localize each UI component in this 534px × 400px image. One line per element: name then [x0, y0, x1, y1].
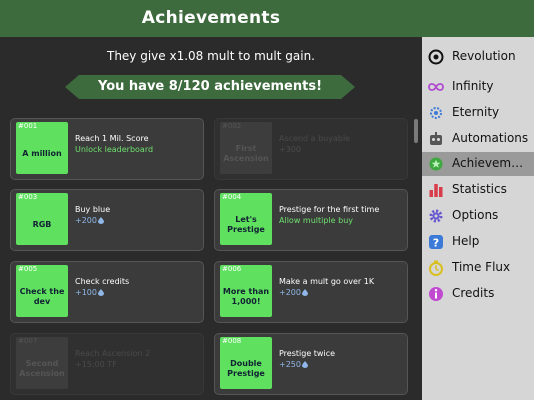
achievement-number: #005	[18, 265, 38, 273]
sidebar-item-label: Automations	[452, 131, 529, 145]
sidebar-item-help[interactable]: ? Help	[422, 230, 534, 254]
sidebar-item-options[interactable]: Options	[422, 204, 534, 228]
achievement-reward: +200	[279, 288, 301, 297]
achievement-name: Double Prestige	[227, 359, 265, 378]
sidebar-item-label: Options	[452, 208, 499, 222]
achievement-icon	[429, 157, 443, 171]
achievement-tile: #004 Let's Prestige	[220, 193, 272, 245]
achievement-name: Second Ascension	[19, 359, 65, 378]
achievement-number: #006	[222, 265, 242, 273]
sidebar-item-label: Help	[452, 234, 480, 248]
drop-icon	[301, 361, 308, 368]
eternity-icon	[430, 107, 442, 119]
achievement-number: #001	[18, 122, 38, 130]
sidebar-item-label: Revolution	[452, 49, 516, 63]
mult-info: They give x1.08 mult to mult gain.	[106, 49, 315, 63]
sidebar-item-credits[interactable]: Credits	[422, 282, 534, 306]
achievement-tile: #006 More than 1,000!	[220, 265, 272, 317]
drop-icon	[301, 289, 308, 296]
sidebar-item-automations[interactable]: Automations	[422, 127, 534, 151]
achievement-name: More than 1,000!	[222, 287, 270, 306]
svg-text:?: ?	[433, 237, 439, 250]
achievement-tile: #008 Double Prestige	[220, 337, 272, 389]
achievement-card[interactable]: #008 Double Prestige Prestige twice +250	[214, 333, 408, 395]
gear-icon	[429, 209, 443, 223]
achievement-number: #003	[18, 193, 38, 201]
time-flux-icon	[429, 260, 443, 276]
help-icon: ?	[429, 235, 443, 250]
achievement-description: Prestige twice	[279, 349, 336, 358]
page-title: Achievements	[141, 8, 281, 28]
infinity-icon	[428, 83, 444, 91]
sidebar: Revolution Infinity Eternity Automations…	[422, 37, 534, 400]
achievement-card-locked[interactable]: #007 Second Ascension Reach Ascension 2 …	[10, 333, 204, 395]
achievement-count-banner: You have 8/120 achievements!	[65, 75, 355, 99]
achievement-name: Check the dev	[19, 287, 65, 306]
achievement-number: #007	[18, 337, 38, 345]
sidebar-item-label: Time Flux	[452, 260, 511, 274]
achievement-description: Make a mult go over 1K	[279, 277, 375, 286]
statistics-icon	[429, 184, 443, 197]
achievement-reward: Unlock leaderboard	[75, 145, 154, 154]
achievement-card-locked[interactable]: #002 First Ascension Ascend a buyable +3…	[214, 118, 408, 180]
achievement-tile: #002 First Ascension	[220, 122, 272, 174]
achievement-card[interactable]: #001 A million Reach 1 Mil. Score Unlock…	[10, 118, 204, 180]
sidebar-item-eternity[interactable]: Eternity	[422, 101, 534, 125]
achievement-name: A million	[22, 149, 62, 158]
achievement-reward: +200	[75, 216, 97, 225]
achievement-tile: #003 RGB	[16, 193, 68, 245]
robot-icon	[430, 132, 442, 145]
achievement-description: Check credits	[75, 277, 130, 286]
achievement-reward: +250	[279, 360, 301, 369]
achievement-description: Prestige for the first time	[279, 205, 380, 214]
sidebar-item-label: Statistics	[452, 182, 507, 196]
achievement-number: #008	[222, 337, 242, 345]
achievement-description: Buy blue	[75, 205, 111, 214]
sidebar-item-revolution[interactable]: Revolution	[422, 45, 534, 69]
sidebar-item-time-flux[interactable]: Time Flux	[422, 256, 534, 280]
achievement-name: RGB	[32, 220, 52, 229]
achievement-reward: +300	[279, 145, 301, 154]
sidebar-item-label: Infinity	[452, 79, 494, 93]
achievement-card[interactable]: #004 Let's Prestige Prestige for the fir…	[214, 189, 408, 251]
drop-icon	[97, 289, 104, 296]
drop-icon	[97, 217, 104, 224]
sidebar-item-achievements[interactable]: Achievem…	[422, 152, 534, 176]
sidebar-item-infinity[interactable]: Infinity	[422, 75, 534, 99]
achievement-description: Reach 1 Mil. Score	[75, 134, 149, 143]
achievement-number: #004	[222, 193, 242, 201]
achievement-tile: #007 Second Ascension	[16, 337, 68, 389]
achievement-number: #002	[222, 122, 242, 130]
revolution-icon	[428, 49, 444, 65]
achievement-description: Ascend a buyable	[279, 134, 351, 143]
top-bar: Achievements	[0, 0, 534, 37]
achievement-tile: #005 Check the dev	[16, 265, 68, 317]
achievement-card[interactable]: #006 More than 1,000! Make a mult go ove…	[214, 261, 408, 323]
sidebar-item-statistics[interactable]: Statistics	[422, 178, 534, 202]
achievement-name: Let's Prestige	[227, 215, 265, 234]
sidebar-item-label: Achievem…	[452, 156, 524, 170]
achievement-reward: +15:00 TF	[75, 360, 117, 369]
achievement-card[interactable]: #005 Check the dev Check credits +100	[10, 261, 204, 323]
sidebar-item-label: Eternity	[452, 105, 500, 119]
achievement-tile: #001 A million	[16, 122, 68, 174]
sidebar-item-label: Credits	[452, 286, 495, 300]
achievements-panel: They give x1.08 mult to mult gain. You h…	[0, 37, 422, 400]
achievement-reward: +100	[75, 288, 97, 297]
achievement-description: Reach Ascension 2	[75, 349, 151, 358]
achievement-name: First Ascension	[223, 144, 269, 163]
achievement-reward: Allow multiple buy	[279, 216, 353, 225]
credits-icon	[429, 287, 443, 301]
achievement-card[interactable]: #003 RGB Buy blue +200	[10, 189, 204, 251]
scrollbar[interactable]	[414, 119, 418, 143]
